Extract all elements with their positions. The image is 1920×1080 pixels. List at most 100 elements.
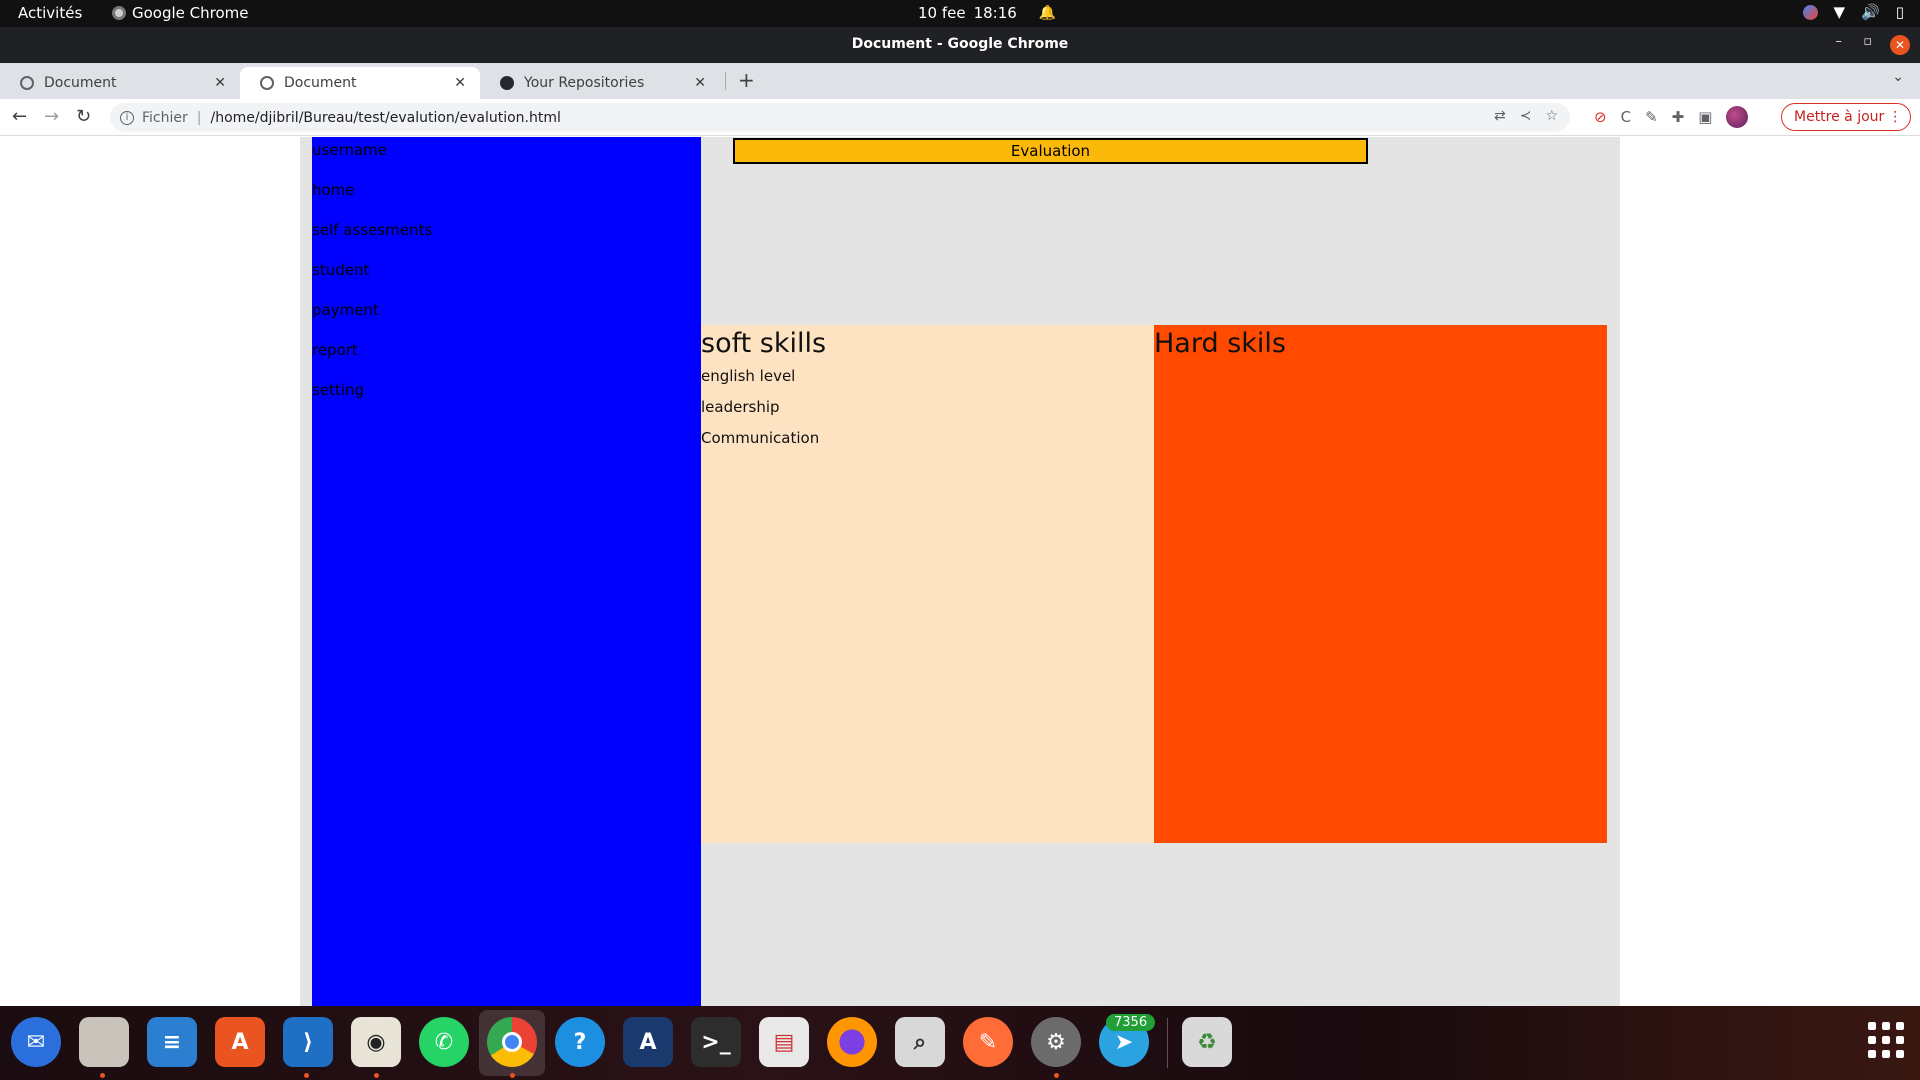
close-window-button[interactable]: ✕ xyxy=(1890,35,1910,55)
volume-icon: 🔊 xyxy=(1861,3,1880,21)
firefox-icon[interactable] xyxy=(827,1017,877,1067)
sidebar-item-student[interactable]: student xyxy=(312,261,369,279)
system-top-bar: Activités Google Chrome 10 fee 18:16 🔔 ▼… xyxy=(0,0,1920,27)
writer-icon[interactable]: ≡ xyxy=(147,1017,197,1067)
hard-skills-heading: Hard skils xyxy=(1154,328,1286,359)
chrome-app-icon xyxy=(112,6,126,20)
sidebar-item-self-assesments[interactable]: self assesments xyxy=(312,221,432,239)
image-viewer-icon[interactable]: ⌕ xyxy=(895,1017,945,1067)
app-store-icon[interactable]: A xyxy=(215,1017,265,1067)
tab-label: Your Repositories xyxy=(524,75,645,91)
close-icon[interactable]: ✕ xyxy=(694,75,706,91)
clock[interactable]: 10 fee 18:16 🔔 xyxy=(918,4,1056,22)
trash-icon[interactable]: ♻ xyxy=(1182,1017,1232,1067)
running-indicator xyxy=(1054,1073,1059,1078)
update-button[interactable]: Mettre à jour ⋮ xyxy=(1781,103,1912,131)
dock-separator xyxy=(1167,1018,1168,1068)
globe-icon xyxy=(260,76,274,90)
wifi-icon: ▼ xyxy=(1833,3,1846,21)
block-icon[interactable]: ⊘ xyxy=(1594,108,1607,126)
app-menu[interactable]: Google Chrome xyxy=(112,4,249,22)
tab-label: Document xyxy=(44,75,117,91)
help-icon[interactable]: ? xyxy=(555,1017,605,1067)
minimize-button[interactable]: – xyxy=(1836,34,1843,49)
forward-button[interactable]: → xyxy=(44,106,59,127)
clock-date: 10 fee xyxy=(918,4,966,22)
document-viewer-icon[interactable]: ▤ xyxy=(759,1017,809,1067)
extension-c-icon[interactable]: C xyxy=(1621,108,1631,126)
page-viewport: username home self assesments student pa… xyxy=(0,137,1920,1006)
skill-english-level: english level xyxy=(701,367,796,385)
url-text[interactable]: /home/djibril/Bureau/test/evalution/eval… xyxy=(210,110,560,126)
maximize-button[interactable]: ▫ xyxy=(1863,34,1872,49)
puzzle-icon[interactable]: ✚ xyxy=(1672,108,1685,126)
settings-icon[interactable]: ⚙ xyxy=(1031,1017,1081,1067)
new-tab-button[interactable]: + xyxy=(738,68,755,92)
files-icon[interactable] xyxy=(79,1017,129,1067)
running-indicator xyxy=(510,1073,515,1078)
app-menu-label: Google Chrome xyxy=(132,4,249,22)
tab-label: Document xyxy=(284,75,357,91)
close-icon[interactable]: ✕ xyxy=(214,75,226,91)
dock: ✉ ≡ A ⟩ ◉ ✆ ? A >_ ▤ ⌕ ✎ ⚙ ➤ ♻ xyxy=(0,1006,1920,1080)
running-indicator xyxy=(100,1073,105,1078)
info-icon[interactable]: i xyxy=(120,110,134,125)
algo-icon[interactable]: A xyxy=(623,1017,673,1067)
window-title-bar: Document - Google Chrome – ▫ ✕ xyxy=(0,27,1920,63)
sidebar: username home self assesments student pa… xyxy=(312,137,701,1006)
pencil-extension-icon[interactable]: ✎ xyxy=(1645,108,1658,126)
tab-divider xyxy=(725,72,726,90)
close-icon[interactable]: ✕ xyxy=(454,75,466,91)
rhythmbox-icon[interactable]: ◉ xyxy=(351,1017,401,1067)
extensions-area: ⊘ C ✎ ✚ ▣ xyxy=(1594,106,1749,128)
url-separator: | xyxy=(196,109,202,126)
skill-leadership: leadership xyxy=(701,398,780,416)
more-menu-icon[interactable]: ⋮ xyxy=(1888,104,1902,130)
globe-icon xyxy=(20,76,34,90)
thunderbird-icon[interactable]: ✉ xyxy=(11,1017,61,1067)
sidebar-item-payment[interactable]: payment xyxy=(312,301,379,319)
running-indicator xyxy=(374,1073,379,1078)
chevron-down-icon[interactable]: ⌄ xyxy=(1892,69,1904,85)
sidebar-item-username[interactable]: username xyxy=(312,141,387,159)
hard-skills-panel: Hard skils xyxy=(1154,325,1607,843)
skill-communication: Communication xyxy=(701,429,820,447)
update-button-label: Mettre à jour xyxy=(1794,109,1885,125)
star-icon[interactable]: ☆ xyxy=(1545,108,1558,124)
translate-icon[interactable]: ⇄ xyxy=(1494,108,1506,124)
notification-bell-icon: 🔔 xyxy=(1038,5,1057,21)
postman-icon[interactable]: ✎ xyxy=(963,1017,1013,1067)
whatsapp-icon[interactable]: ✆ xyxy=(419,1017,469,1067)
chrome-status-icon xyxy=(1802,4,1818,20)
activities-button[interactable]: Activités xyxy=(18,4,82,22)
sidebar-item-home[interactable]: home xyxy=(312,181,355,199)
running-indicator xyxy=(304,1073,309,1078)
tab-your-repositories[interactable]: Your Repositories ✕ xyxy=(480,67,720,99)
tab-document-2[interactable]: Document ✕ xyxy=(240,67,480,99)
tab-strip: Document ✕ Document ✕ Your Repositories … xyxy=(0,63,1920,99)
clock-time: 18:16 xyxy=(973,4,1017,22)
evaluation-header: Evaluation xyxy=(733,138,1368,164)
sidebar-item-report[interactable]: report xyxy=(312,341,358,359)
tab-document-1[interactable]: Document ✕ xyxy=(0,67,240,99)
soft-skills-heading: soft skills xyxy=(701,328,827,359)
vscode-icon[interactable]: ⟩ xyxy=(283,1017,333,1067)
show-applications-icon[interactable] xyxy=(1868,1022,1904,1058)
battery-icon: ▯ xyxy=(1895,3,1904,21)
address-bar[interactable]: i Fichier | /home/djibril/Bureau/test/ev… xyxy=(110,103,1570,132)
telegram-unread-badge: 7356 xyxy=(1106,1014,1156,1031)
reload-button[interactable]: ↻ xyxy=(76,106,91,127)
sidebar-item-setting[interactable]: setting xyxy=(312,381,364,399)
soft-skills-panel: soft skills english level leadership Com… xyxy=(701,325,1154,843)
share-icon[interactable]: ≺ xyxy=(1520,108,1532,124)
back-button[interactable]: ← xyxy=(12,106,27,127)
omnibox-actions: ⇄ ≺ ☆ xyxy=(1494,108,1558,124)
avatar[interactable] xyxy=(1726,106,1749,128)
terminal-icon[interactable]: >_ xyxy=(691,1017,741,1067)
url-scheme: Fichier xyxy=(142,109,188,126)
chrome-icon[interactable] xyxy=(487,1017,537,1067)
window-title: Document - Google Chrome xyxy=(851,36,1069,52)
github-icon xyxy=(500,76,514,90)
side-panel-icon[interactable]: ▣ xyxy=(1698,108,1712,126)
system-tray[interactable]: ▼ 🔊 ▯ xyxy=(1802,3,1904,21)
